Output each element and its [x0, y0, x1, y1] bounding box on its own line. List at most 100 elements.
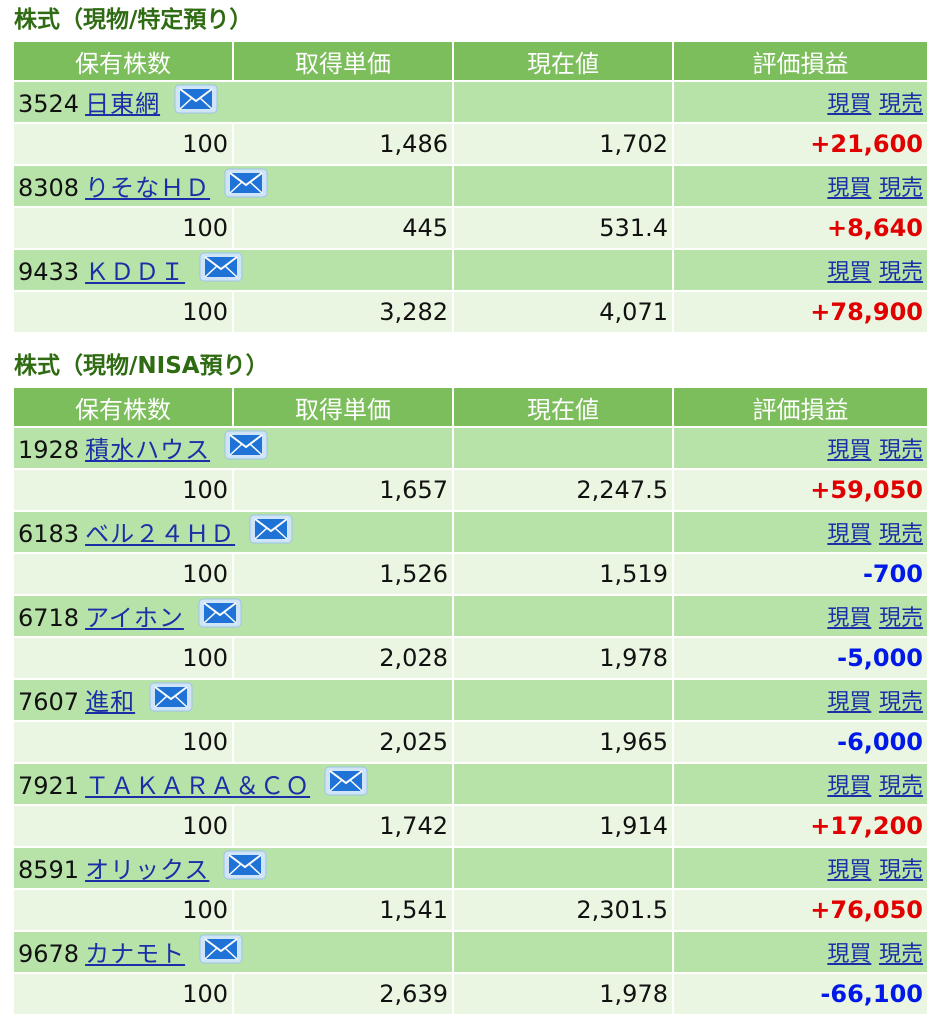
sell-link[interactable]: 現売 — [879, 92, 923, 117]
shares-value: 100 — [14, 722, 232, 762]
stock-value-row: 100 1,657 2,247.5 +59,050 — [14, 470, 927, 510]
header-shares: 保有株数 — [14, 388, 232, 426]
sell-link[interactable]: 現売 — [879, 690, 923, 715]
stock-name-link[interactable]: 積水ハウス — [85, 436, 210, 464]
stock-name-link[interactable]: ＴＡＫＡＲＡ＆ＣＯ — [85, 772, 310, 800]
pl-value: +17,200 — [674, 806, 927, 846]
mail-icon[interactable] — [174, 84, 218, 120]
sell-link[interactable]: 現売 — [879, 774, 923, 799]
pl-value: +59,050 — [674, 470, 927, 510]
stock-name-cell: 9678 カナモト — [14, 932, 452, 972]
sell-link[interactable]: 現売 — [879, 858, 923, 883]
stock-name-link[interactable]: オリックス — [85, 856, 209, 884]
cost-value: 1,526 — [234, 554, 452, 594]
trade-links: 現買 現売 — [674, 848, 927, 888]
page: 株式（現物/特定預り） 保有株数 取得単価 現在値 評価損益 3524 日東網 現買… — [0, 0, 935, 1016]
stock-code: 3524 — [18, 90, 80, 118]
table-header: 保有株数 取得単価 現在値 評価損益 — [14, 388, 927, 426]
stock-code: 7921 — [18, 772, 80, 800]
buy-link[interactable]: 現買 — [827, 606, 871, 631]
sell-link[interactable]: 現売 — [879, 522, 923, 547]
cost-value: 1,541 — [234, 890, 452, 930]
pl-value: -700 — [674, 554, 927, 594]
cost-value: 1,486 — [234, 124, 452, 164]
stock-name-row: 9433 ＫＤＤＩ 現買 現売 — [14, 250, 927, 290]
trade-links: 現買 現売 — [674, 428, 927, 468]
price-value: 4,071 — [454, 292, 672, 332]
mail-icon[interactable] — [249, 514, 293, 550]
buy-link[interactable]: 現買 — [827, 774, 871, 799]
pl-value: +21,600 — [674, 124, 927, 164]
pl-value: -66,100 — [674, 974, 927, 1014]
header-cost: 取得単価 — [234, 388, 452, 426]
sell-link[interactable]: 現売 — [879, 260, 923, 285]
price-value: 2,301.5 — [454, 890, 672, 930]
stock-code: 9433 — [18, 258, 80, 286]
stock-code: 6183 — [18, 520, 80, 548]
sell-link[interactable]: 現売 — [879, 176, 923, 201]
stock-name-row: 8308 りそなＨＤ 現買 現売 — [14, 166, 927, 206]
price-value: 1,965 — [454, 722, 672, 762]
holdings-table-nisa: 保有株数 取得単価 現在値 評価損益 1928 積水ハウス 現買 現売 100 1,65… — [12, 386, 929, 1016]
stock-name-link[interactable]: ＫＤＤＩ — [85, 258, 185, 286]
mail-icon[interactable] — [324, 766, 368, 802]
mail-icon[interactable] — [224, 430, 268, 466]
cost-value: 1,657 — [234, 470, 452, 510]
empty-cell — [454, 848, 672, 888]
stock-code: 1928 — [18, 436, 80, 464]
buy-link[interactable]: 現買 — [827, 858, 871, 883]
sell-link[interactable]: 現売 — [879, 942, 923, 967]
buy-link[interactable]: 現買 — [827, 522, 871, 547]
mail-icon[interactable] — [199, 252, 243, 288]
cost-value: 445 — [234, 208, 452, 248]
stock-name-link[interactable]: アイホン — [85, 604, 184, 632]
mail-icon[interactable] — [224, 168, 268, 204]
shares-value: 100 — [14, 638, 232, 678]
cost-value: 3,282 — [234, 292, 452, 332]
buy-link[interactable]: 現買 — [827, 690, 871, 715]
stock-name-link[interactable]: カナモト — [85, 940, 185, 968]
buy-link[interactable]: 現買 — [827, 92, 871, 117]
stock-name-link[interactable]: ベル２４ＨＤ — [85, 520, 235, 548]
empty-cell — [454, 166, 672, 206]
stock-name-link[interactable]: 進和 — [85, 688, 135, 716]
shares-value: 100 — [14, 124, 232, 164]
stock-name-link[interactable]: 日東網 — [85, 90, 160, 118]
stock-name-row: 6183 ベル２４ＨＤ 現買 現売 — [14, 512, 927, 552]
stock-name-cell: 7607 進和 — [14, 680, 452, 720]
buy-link[interactable]: 現買 — [827, 260, 871, 285]
stock-value-row: 100 3,282 4,071 +78,900 — [14, 292, 927, 332]
cost-value: 2,639 — [234, 974, 452, 1014]
shares-value: 100 — [14, 974, 232, 1014]
section-title-tokutei: 株式（現物/特定預り） — [14, 7, 253, 33]
empty-cell — [454, 932, 672, 972]
mail-icon[interactable] — [199, 934, 243, 970]
stock-value-row: 100 1,486 1,702 +21,600 — [14, 124, 927, 164]
shares-value: 100 — [14, 208, 232, 248]
holdings-table-tokutei: 保有株数 取得単価 現在値 評価損益 3524 日東網 現買 現売 100 1,486 1… — [12, 40, 929, 334]
pl-value: -5,000 — [674, 638, 927, 678]
pl-value: +76,050 — [674, 890, 927, 930]
sell-link[interactable]: 現売 — [879, 438, 923, 463]
stock-name-cell: 1928 積水ハウス — [14, 428, 452, 468]
stock-name-row: 3524 日東網 現買 現売 — [14, 82, 927, 122]
mail-icon[interactable] — [198, 598, 242, 634]
stock-code: 8308 — [18, 174, 80, 202]
buy-link[interactable]: 現買 — [827, 176, 871, 201]
sell-link[interactable]: 現売 — [879, 606, 923, 631]
holdings-body: 1928 積水ハウス 現買 現売 100 1,657 2,247.5 +59,050 6183… — [14, 428, 927, 1014]
buy-link[interactable]: 現買 — [827, 942, 871, 967]
cost-value: 1,742 — [234, 806, 452, 846]
shares-value: 100 — [14, 554, 232, 594]
empty-cell — [454, 764, 672, 804]
empty-cell — [454, 250, 672, 290]
stock-name-cell: 6183 ベル２４ＨＤ — [14, 512, 452, 552]
shares-value: 100 — [14, 806, 232, 846]
shares-value: 100 — [14, 292, 232, 332]
empty-cell — [454, 512, 672, 552]
stock-name-link[interactable]: りそなＨＤ — [85, 174, 210, 202]
mail-icon[interactable] — [223, 850, 267, 886]
stock-name-cell: 7921 ＴＡＫＡＲＡ＆ＣＯ — [14, 764, 452, 804]
buy-link[interactable]: 現買 — [827, 438, 871, 463]
mail-icon[interactable] — [149, 682, 193, 718]
